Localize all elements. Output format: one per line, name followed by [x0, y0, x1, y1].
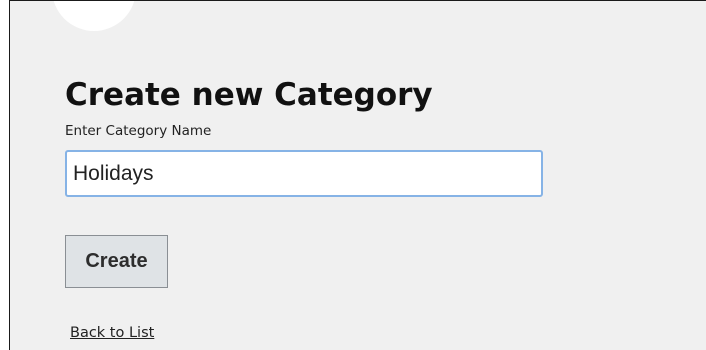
back-to-list-link[interactable]: Back to List	[70, 323, 154, 343]
category-name-input[interactable]	[65, 150, 543, 197]
category-name-label: Enter Category Name	[65, 123, 212, 139]
content-panel: Create new Category Enter Category Name …	[9, 0, 706, 350]
create-button[interactable]: Create	[65, 235, 168, 288]
avatar	[52, 1, 136, 31]
page-title: Create new Category	[65, 77, 433, 113]
